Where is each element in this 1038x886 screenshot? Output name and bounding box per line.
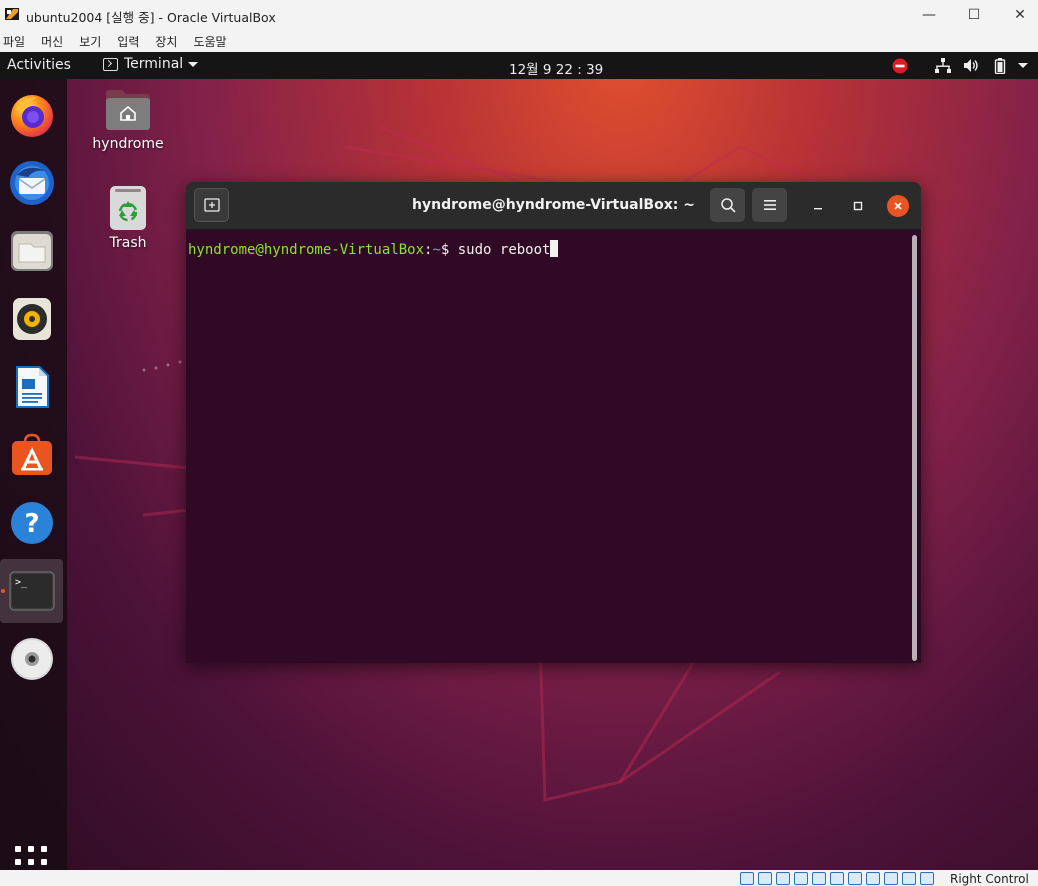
dock-item-software[interactable]: [0, 423, 63, 487]
dock-item-files[interactable]: [0, 219, 63, 283]
volume-icon[interactable]: [962, 57, 980, 74]
dock-item-rhythmbox[interactable]: [0, 287, 63, 351]
menu-help[interactable]: 도움말: [193, 33, 226, 50]
mouse-integration-icon[interactable]: [902, 872, 916, 885]
terminal-headerbar[interactable]: hyndrome@hyndrome-VirtualBox: ~: [186, 182, 921, 230]
desktop-icon-trash[interactable]: Trash: [83, 185, 173, 251]
maximize-button[interactable]: ☐: [951, 0, 997, 30]
window-title: ubuntu2004 [실행 중] - Oracle VirtualBox: [26, 10, 276, 25]
display-icon[interactable]: [848, 872, 862, 885]
menu-view[interactable]: 보기: [79, 33, 101, 50]
search-icon: [720, 198, 736, 213]
shared-folders-icon[interactable]: [830, 872, 844, 885]
close-button[interactable]: ✕: [997, 0, 1038, 30]
menu-devices[interactable]: 장치: [155, 33, 177, 50]
maximize-icon: [853, 201, 863, 211]
vbox-statusbar: Right Control: [0, 870, 1038, 886]
prompt-path: ~: [432, 242, 441, 258]
dock: ? >_: [0, 79, 67, 870]
terminal-icon: >_: [9, 571, 54, 611]
system-menu-arrow-icon[interactable]: [1015, 57, 1031, 74]
usb-icon[interactable]: [812, 872, 826, 885]
dvd-icon: [10, 638, 53, 680]
command-text: sudo reboot: [457, 242, 551, 258]
svg-text:>_: >_: [15, 577, 28, 588]
hard-disk-icon[interactable]: [740, 872, 754, 885]
minimize-icon: [814, 208, 822, 210]
prompt-symbol: $: [440, 242, 458, 258]
scrollbar-thumb[interactable]: [912, 235, 917, 661]
vbox-menubar: 파일 머신 보기 입력 장치 도움말: [0, 30, 1038, 52]
firefox-icon: [10, 95, 53, 137]
menu-input[interactable]: 입력: [117, 33, 139, 50]
menu-button[interactable]: [752, 188, 787, 222]
gnome-topbar: Activities Terminal 12월 9 22 : 39: [0, 52, 1038, 79]
prompt-line: hyndrome@hyndrome-VirtualBox:~$ sudo reb…: [188, 240, 559, 258]
prompt-user: hyndrome@hyndrome-VirtualBox: [188, 242, 425, 258]
hamburger-icon: [763, 200, 776, 210]
svg-text:?: ?: [24, 509, 39, 539]
desktop-icon-home[interactable]: hyndrome: [83, 88, 173, 152]
app-menu-label: Terminal: [124, 56, 184, 72]
do-not-disturb-icon[interactable]: [891, 57, 909, 74]
device-status-icons: [740, 872, 934, 885]
clock[interactable]: 12월 9 22 : 39: [509, 58, 603, 78]
optical-drive-icon[interactable]: [758, 872, 772, 885]
host-key-label: Right Control: [950, 872, 1029, 886]
dock-item-help[interactable]: ?: [0, 491, 63, 555]
network-adapter-icon[interactable]: [794, 872, 808, 885]
terminal-window[interactable]: hyndrome@hyndrome-VirtualBox: ~ hyndrome…: [186, 182, 921, 663]
menu-file[interactable]: 파일: [3, 33, 25, 50]
recording-icon[interactable]: [866, 872, 880, 885]
app-grid-icon[interactable]: [15, 846, 47, 870]
dock-item-writer[interactable]: [0, 355, 63, 419]
text-cursor: [550, 240, 559, 257]
terminal-output[interactable]: hyndrome@hyndrome-VirtualBox:~$ sudo reb…: [186, 231, 921, 663]
terminal-scrollbar[interactable]: [912, 231, 918, 661]
rhythmbox-icon: [12, 298, 51, 340]
terminal-minimize-button[interactable]: [807, 195, 829, 217]
dock-item-dvd[interactable]: [0, 627, 63, 691]
guest-screen[interactable]: Activities Terminal 12월 9 22 : 39 ? >_ h…: [0, 52, 1038, 870]
vbox-titlebar: ubuntu2004 [실행 중] - Oracle VirtualBox — …: [0, 0, 1038, 30]
terminal-maximize-button[interactable]: [847, 195, 869, 217]
desktop-icon-label: hyndrome: [92, 136, 164, 152]
keyboard-capture-icon[interactable]: [920, 872, 934, 885]
dock-item-thunderbird[interactable]: [0, 151, 63, 215]
audio-icon[interactable]: [776, 872, 790, 885]
terminal-close-button[interactable]: [887, 195, 909, 217]
activities-button[interactable]: Activities: [7, 57, 71, 73]
close-icon: [894, 202, 902, 210]
app-menu[interactable]: Terminal: [103, 56, 199, 72]
dock-item-firefox[interactable]: [0, 83, 63, 147]
files-icon: [10, 231, 53, 271]
thunderbird-icon: [9, 161, 54, 205]
network-icon[interactable]: [934, 57, 952, 74]
help-icon: ?: [10, 502, 53, 544]
minimize-button[interactable]: —: [906, 0, 952, 30]
terminal-small-icon: [103, 57, 118, 71]
battery-icon[interactable]: [992, 57, 1008, 74]
writer-icon: [15, 366, 49, 408]
software-icon: [11, 433, 52, 475]
desktop-icon-label: Trash: [109, 235, 147, 251]
home-folder-icon: [106, 90, 150, 130]
menu-machine[interactable]: 머신: [41, 33, 63, 50]
virtualbox-app-icon: [5, 8, 19, 20]
chevron-down-icon: [188, 61, 199, 67]
trash-icon: [110, 186, 146, 230]
search-button[interactable]: [710, 188, 745, 222]
cpu-icon[interactable]: [884, 872, 898, 885]
dock-item-terminal[interactable]: >_: [0, 559, 63, 623]
running-indicator: [1, 589, 5, 593]
